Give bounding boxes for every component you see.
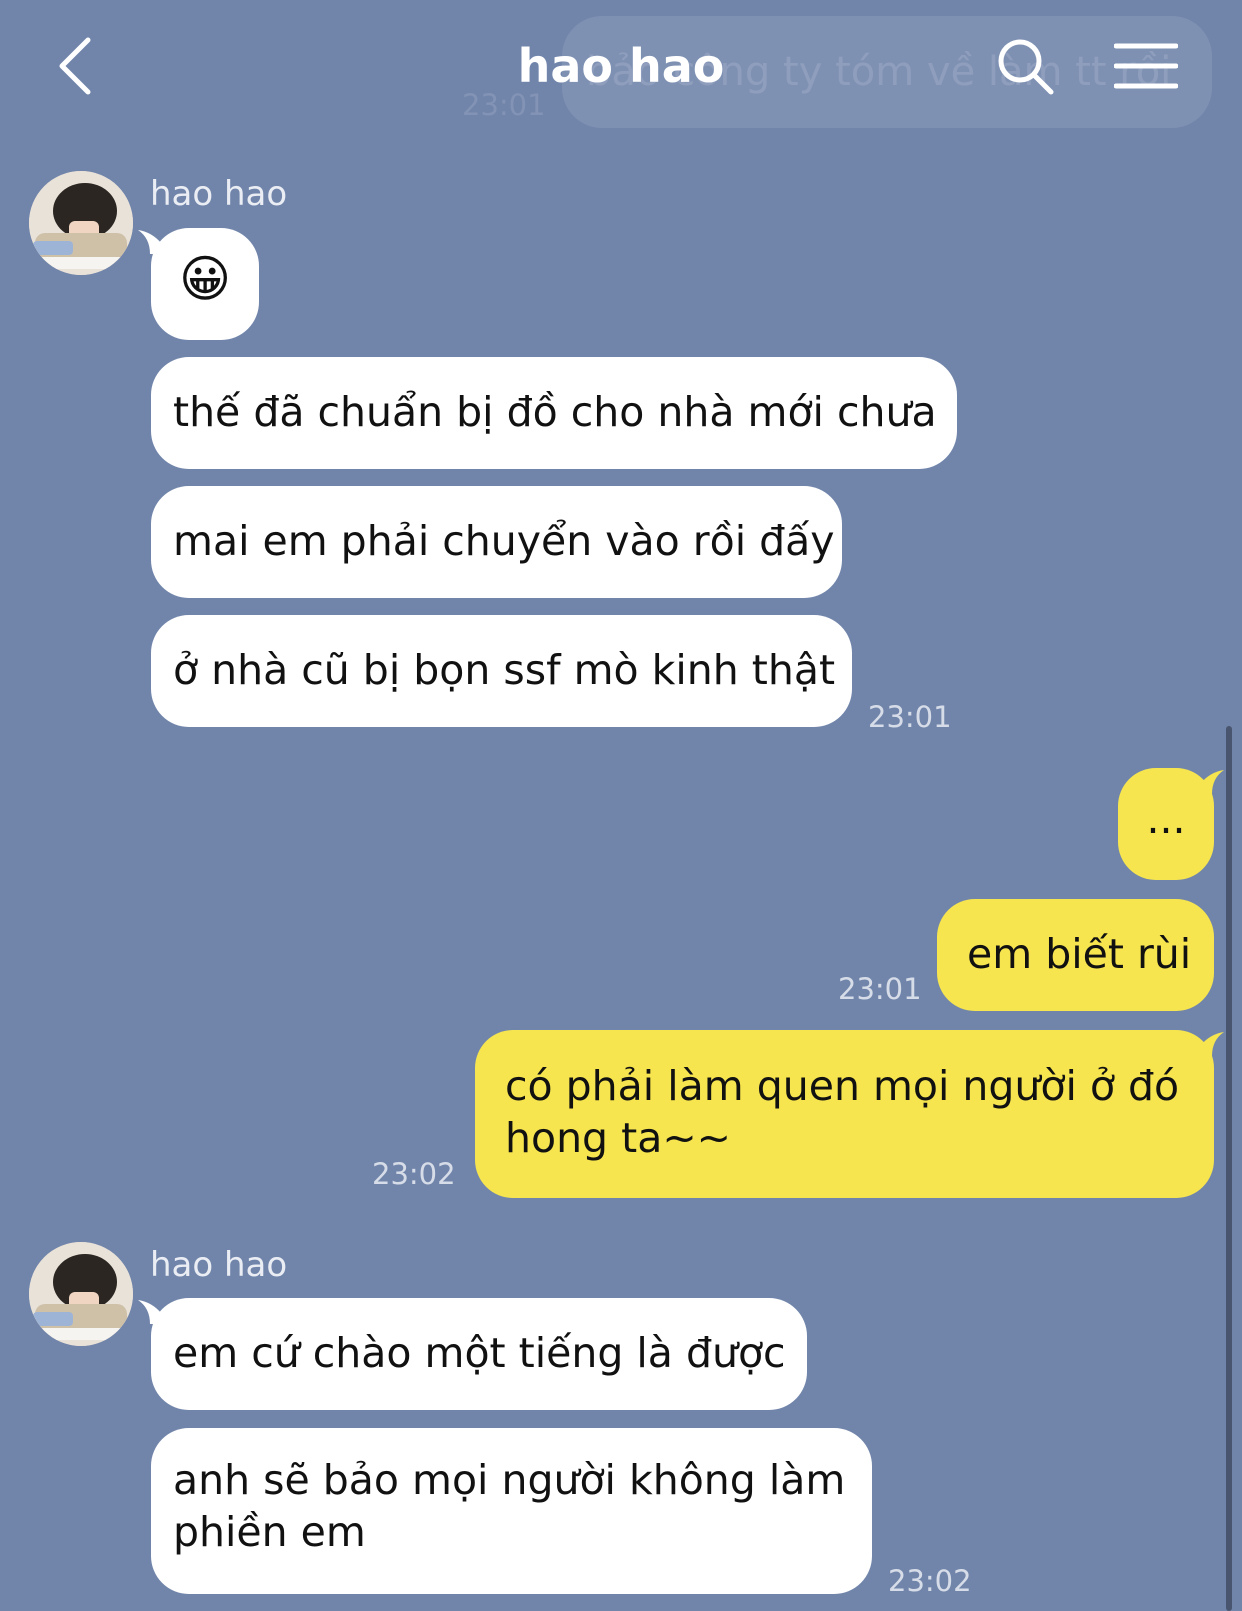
search-icon[interactable] xyxy=(995,36,1055,96)
message-text: có phải làm quen mọi người ở đó hong ta~… xyxy=(505,1062,1180,1162)
message-text: em cứ chào một tiếng là được xyxy=(173,1329,786,1377)
chat-title: hao hao xyxy=(517,39,725,93)
sender-name: hao hao xyxy=(150,174,288,214)
chat-area: bảo công ty tóm về làm tt rồi 23:01 hao … xyxy=(0,0,1242,1611)
message-bubble[interactable]: thế đã chuẩn bị đồ cho nhà mới chưa xyxy=(151,357,957,469)
message-bubble[interactable]: anh sẽ bảo mọi người không làm phiền em xyxy=(151,1428,872,1594)
message-text: anh sẽ bảo mọi người không làm phiền em xyxy=(173,1456,846,1556)
avatar[interactable] xyxy=(29,1242,133,1346)
chat-header: hao hao xyxy=(0,0,1242,140)
message-text: 😀 xyxy=(178,250,232,308)
message-time: 23:02 xyxy=(372,1157,456,1191)
message-time: 23:02 xyxy=(888,1564,972,1598)
hamburger-menu-icon[interactable] xyxy=(1114,42,1178,90)
avatar-photo xyxy=(29,1242,133,1346)
message-text: thế đã chuẩn bị đồ cho nhà mới chưa xyxy=(173,388,937,436)
avatar-photo xyxy=(29,171,133,275)
message-bubble[interactable]: ... xyxy=(1118,768,1214,880)
message-bubble[interactable]: em biết rùi xyxy=(937,899,1214,1011)
message-bubble[interactable]: em cứ chào một tiếng là được xyxy=(151,1298,807,1410)
sender-name: hao hao xyxy=(150,1245,288,1285)
message-bubble[interactable]: 😀 xyxy=(151,228,259,340)
message-bubble[interactable]: ở nhà cũ bị bọn ssf mò kinh thật xyxy=(151,615,852,727)
message-text: ... xyxy=(1146,795,1186,843)
scrollbar[interactable] xyxy=(1226,726,1232,1611)
message-text: ở nhà cũ bị bọn ssf mò kinh thật xyxy=(173,646,836,694)
message-bubble[interactable]: có phải làm quen mọi người ở đó hong ta~… xyxy=(475,1030,1214,1198)
message-text: em biết rùi xyxy=(967,930,1192,978)
message-text: mai em phải chuyển vào rồi đấy xyxy=(173,517,835,565)
message-time: 23:01 xyxy=(868,700,952,734)
message-bubble[interactable]: mai em phải chuyển vào rồi đấy xyxy=(151,486,842,598)
avatar[interactable] xyxy=(29,171,133,275)
message-time: 23:01 xyxy=(838,972,922,1006)
